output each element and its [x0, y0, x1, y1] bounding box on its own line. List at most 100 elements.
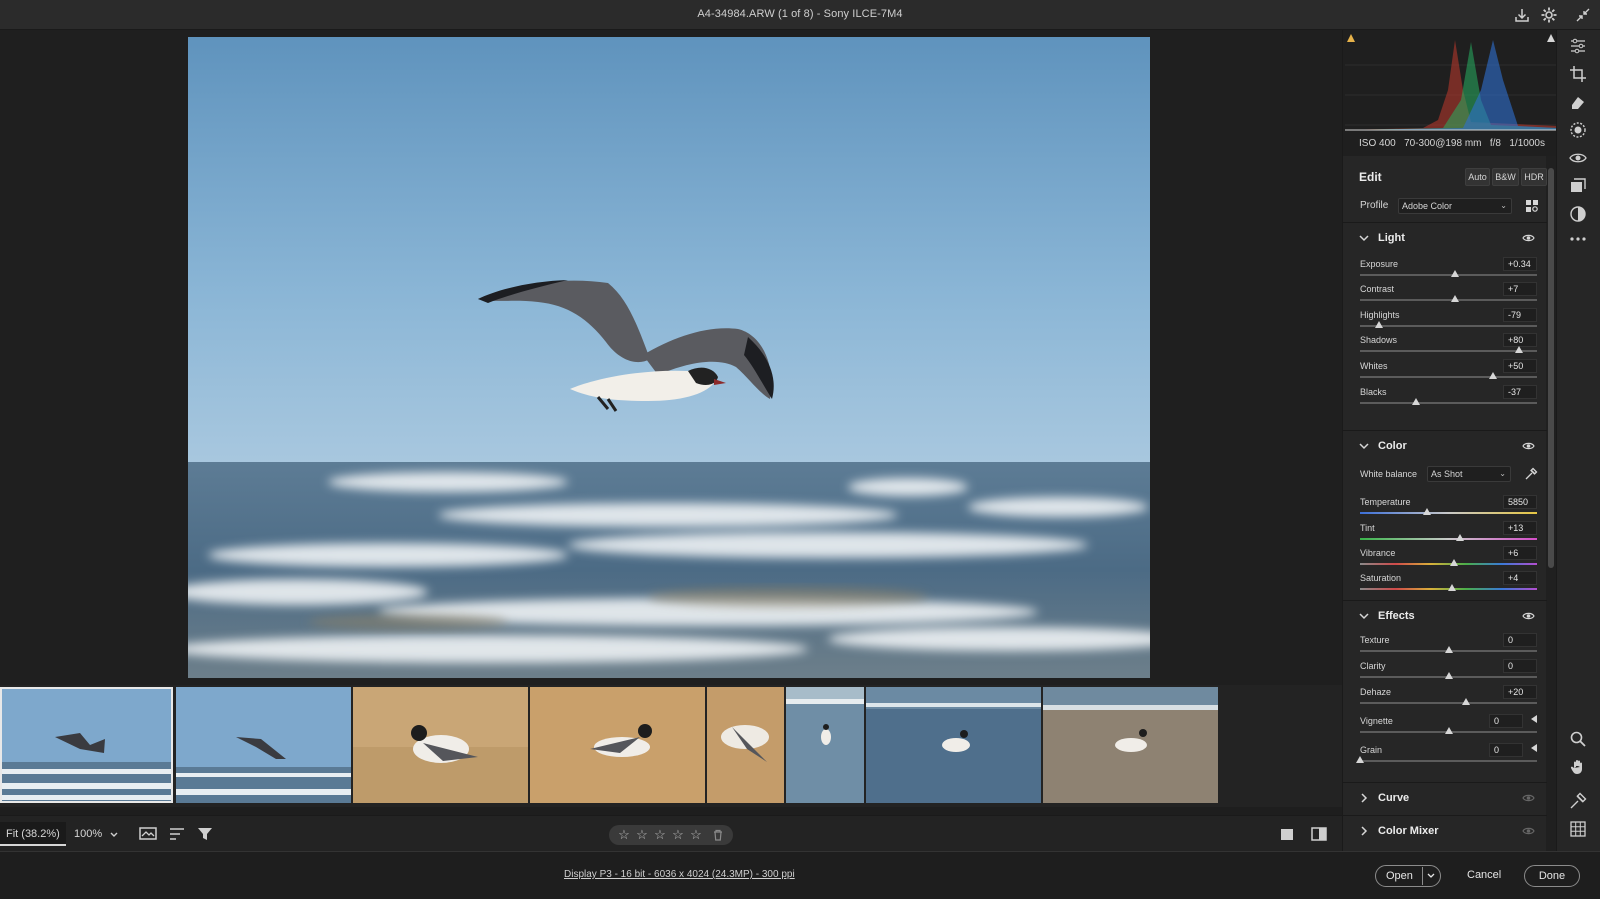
slider-knob[interactable]: [1444, 672, 1453, 679]
highlights-slider[interactable]: Highlights -79: [1360, 308, 1537, 334]
expand-left-icon[interactable]: [1531, 715, 1537, 723]
grid-icon[interactable]: [1569, 820, 1587, 838]
eye-icon[interactable]: [1522, 826, 1535, 836]
highlights-value[interactable]: -79: [1503, 308, 1537, 322]
effects-header[interactable]: Effects: [1343, 601, 1547, 631]
sort-icon[interactable]: [167, 824, 187, 844]
compare-view-icon[interactable]: [1309, 824, 1329, 844]
slider-track[interactable]: [1360, 325, 1537, 327]
star-4[interactable]: ☆: [671, 825, 685, 845]
clarity-value[interactable]: 0: [1503, 659, 1537, 673]
save-icon[interactable]: [1513, 6, 1531, 24]
temperature-value[interactable]: 5850: [1503, 495, 1537, 509]
main-photo[interactable]: [188, 37, 1150, 678]
scrollbar-thumb[interactable]: [1548, 168, 1554, 568]
zoom-100-button[interactable]: 100%: [68, 822, 108, 846]
slider-knob[interactable]: [1444, 727, 1453, 734]
thumbnail-6[interactable]: [786, 687, 864, 803]
slider-knob[interactable]: [1448, 584, 1457, 591]
color-mixer-header[interactable]: Color Mixer: [1343, 816, 1547, 846]
star-3[interactable]: ☆: [653, 825, 667, 845]
eyedropper-icon[interactable]: [1524, 467, 1538, 481]
bw-button[interactable]: B&W: [1492, 168, 1519, 186]
tint-slider[interactable]: Tint +13: [1360, 521, 1537, 547]
contrast-slider[interactable]: Contrast +7: [1360, 282, 1537, 308]
slider-knob[interactable]: [1456, 534, 1464, 541]
slider-track[interactable]: [1360, 402, 1537, 404]
slider-track[interactable]: [1360, 760, 1537, 762]
star-5[interactable]: ☆: [689, 825, 703, 845]
texture-slider[interactable]: Texture 0: [1360, 633, 1537, 659]
snapshots-icon[interactable]: [1569, 205, 1587, 223]
profile-browser-icon[interactable]: [1525, 199, 1539, 213]
slider-track[interactable]: [1360, 563, 1537, 565]
slider-knob[interactable]: [1450, 270, 1459, 277]
curve-header[interactable]: Curve: [1343, 783, 1547, 813]
presets-icon[interactable]: [1569, 177, 1587, 195]
vibrance-slider[interactable]: Vibrance +6: [1360, 546, 1537, 572]
image-canvas[interactable]: [0, 30, 1342, 685]
slider-track[interactable]: [1360, 702, 1537, 704]
slider-knob[interactable]: [1488, 372, 1497, 379]
open-button[interactable]: Open: [1375, 865, 1441, 887]
expand-left-icon[interactable]: [1531, 744, 1537, 752]
edit-sliders-icon[interactable]: [1569, 37, 1587, 55]
slider-track[interactable]: [1360, 512, 1537, 514]
exposure-value[interactable]: +0.34: [1503, 257, 1537, 271]
vignette-slider[interactable]: Vignette 0: [1360, 714, 1537, 740]
slider-knob[interactable]: [1374, 321, 1383, 328]
slider-track[interactable]: [1360, 299, 1537, 301]
filmstrip-view-icon[interactable]: [138, 824, 158, 844]
auto-button[interactable]: Auto: [1465, 168, 1490, 186]
slider-knob[interactable]: [1411, 398, 1420, 405]
single-view-icon[interactable]: [1277, 824, 1297, 844]
filter-icon[interactable]: [195, 824, 215, 844]
color-sampler-icon[interactable]: [1569, 792, 1587, 810]
star-rating[interactable]: ☆ ☆ ☆ ☆ ☆: [609, 825, 733, 845]
thumbnail-1[interactable]: [0, 687, 173, 803]
saturation-slider[interactable]: Saturation +4: [1360, 571, 1537, 597]
thumbnail-3[interactable]: [353, 687, 528, 803]
slider-track[interactable]: [1360, 350, 1537, 352]
saturation-value[interactable]: +4: [1503, 571, 1537, 585]
cancel-button[interactable]: Cancel: [1467, 869, 1501, 881]
slider-knob[interactable]: [1462, 698, 1471, 705]
tint-value[interactable]: +13: [1503, 521, 1537, 535]
profile-dropdown[interactable]: Adobe Color ⌄: [1398, 198, 1512, 214]
whites-slider[interactable]: Whites +50: [1360, 359, 1537, 385]
thumbnail-5[interactable]: [707, 687, 784, 803]
vignette-value[interactable]: 0: [1489, 714, 1523, 728]
mask-icon[interactable]: [1569, 121, 1587, 139]
color-header[interactable]: Color: [1343, 431, 1547, 461]
slider-track[interactable]: [1360, 274, 1537, 276]
hdr-button[interactable]: HDR: [1521, 168, 1547, 186]
chevron-down-icon[interactable]: [108, 824, 120, 844]
slider-knob[interactable]: [1449, 559, 1458, 566]
thumbnail-8[interactable]: [1043, 687, 1218, 803]
gear-icon[interactable]: [1540, 6, 1558, 24]
healing-icon[interactable]: [1569, 93, 1587, 111]
eye-icon[interactable]: [1522, 233, 1535, 243]
exposure-slider[interactable]: Exposure +0.34: [1360, 257, 1537, 283]
slider-knob[interactable]: [1444, 646, 1453, 653]
eye-icon[interactable]: [1522, 611, 1535, 621]
slider-knob[interactable]: [1515, 346, 1524, 353]
star-2[interactable]: ☆: [635, 825, 649, 845]
collapse-icon[interactable]: [1574, 6, 1592, 24]
white-balance-dropdown[interactable]: As Shot ⌄: [1427, 466, 1511, 482]
slider-knob[interactable]: [1423, 508, 1432, 515]
clarity-slider[interactable]: Clarity 0: [1360, 659, 1537, 685]
blacks-slider[interactable]: Blacks -37: [1360, 385, 1537, 411]
thumbnail-2[interactable]: [176, 687, 351, 803]
texture-value[interactable]: 0: [1503, 633, 1537, 647]
chevron-down-icon[interactable]: [1426, 871, 1436, 881]
crop-icon[interactable]: [1569, 65, 1587, 83]
dehaze-slider[interactable]: Dehaze +20: [1360, 685, 1537, 711]
done-button[interactable]: Done: [1524, 865, 1580, 887]
temperature-slider[interactable]: Temperature 5850: [1360, 495, 1537, 521]
slider-knob[interactable]: [1450, 295, 1459, 302]
thumbnail-4[interactable]: [530, 687, 705, 803]
slider-track[interactable]: [1360, 538, 1537, 540]
grain-value[interactable]: 0: [1489, 743, 1523, 757]
trash-icon[interactable]: [711, 828, 725, 842]
